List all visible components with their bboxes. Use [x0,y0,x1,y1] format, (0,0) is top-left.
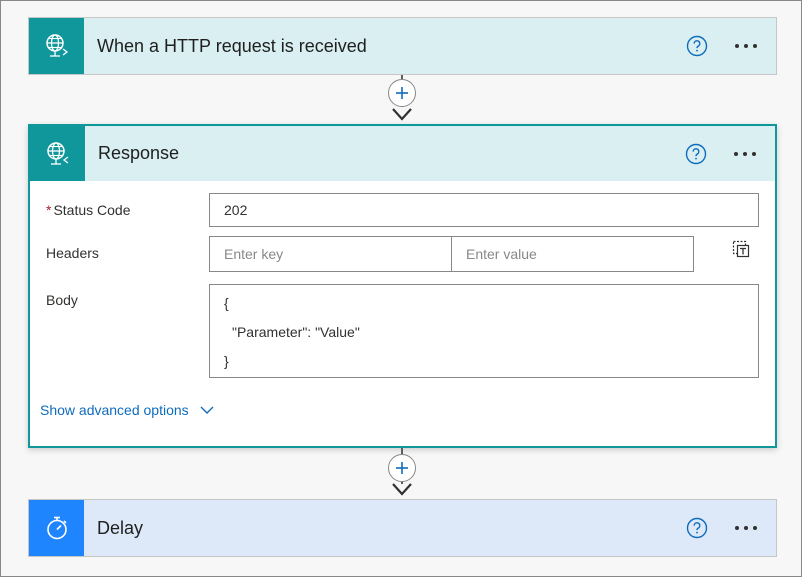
body-label: Body [46,292,78,308]
show-advanced-options-link[interactable]: Show advanced options [40,402,215,418]
canvas: When a HTTP request is received Response… [0,0,802,577]
delay-card-header[interactable]: Delay [29,500,776,556]
body-line: "Parameter": "Value" [232,324,360,340]
response-card[interactable]: Response * Status Code 202 Headers Enter … [28,124,777,448]
help-icon[interactable] [686,517,708,539]
header-key-placeholder: Enter key [224,246,284,262]
globe-request-icon [29,18,84,74]
arrow-down-icon [392,108,412,121]
trigger-card[interactable]: When a HTTP request is received [28,17,777,75]
globe-response-icon [30,126,85,181]
header-value-input[interactable]: Enter value [451,236,694,272]
more-options-icon[interactable] [726,517,766,539]
headers-label: Headers [46,245,99,261]
more-options-icon[interactable] [726,35,766,57]
insert-step-button[interactable] [388,79,416,107]
response-title: Response [98,143,180,163]
delay-title: Delay [97,517,144,538]
chevron-down-icon [200,406,214,414]
advanced-options-label: Show advanced options [40,402,189,418]
status-code-input[interactable]: 202 [209,193,759,227]
trigger-card-header[interactable]: When a HTTP request is received [29,18,776,74]
trigger-title: When a HTTP request is received [97,35,367,56]
delay-card[interactable]: Delay [28,499,777,557]
switch-to-text-mode-icon[interactable] [731,239,751,259]
more-options-icon[interactable] [725,143,765,165]
stopwatch-icon [29,500,84,556]
help-icon[interactable] [685,143,707,165]
plus-icon [396,87,408,99]
insert-step-button[interactable] [388,454,416,482]
body-line: { [224,295,229,311]
body-editor[interactable]: { "Parameter": "Value" } [209,284,759,378]
status-code-label: * Status Code [46,202,131,218]
help-icon[interactable] [686,35,708,57]
status-code-value: 202 [224,202,248,218]
header-value-placeholder: Enter value [466,246,537,262]
plus-icon [396,462,408,474]
arrow-down-icon [392,483,412,496]
body-line: } [224,353,229,369]
header-key-input[interactable]: Enter key [209,236,452,272]
response-card-header[interactable]: Response [30,126,775,181]
required-marker: * [46,202,52,218]
